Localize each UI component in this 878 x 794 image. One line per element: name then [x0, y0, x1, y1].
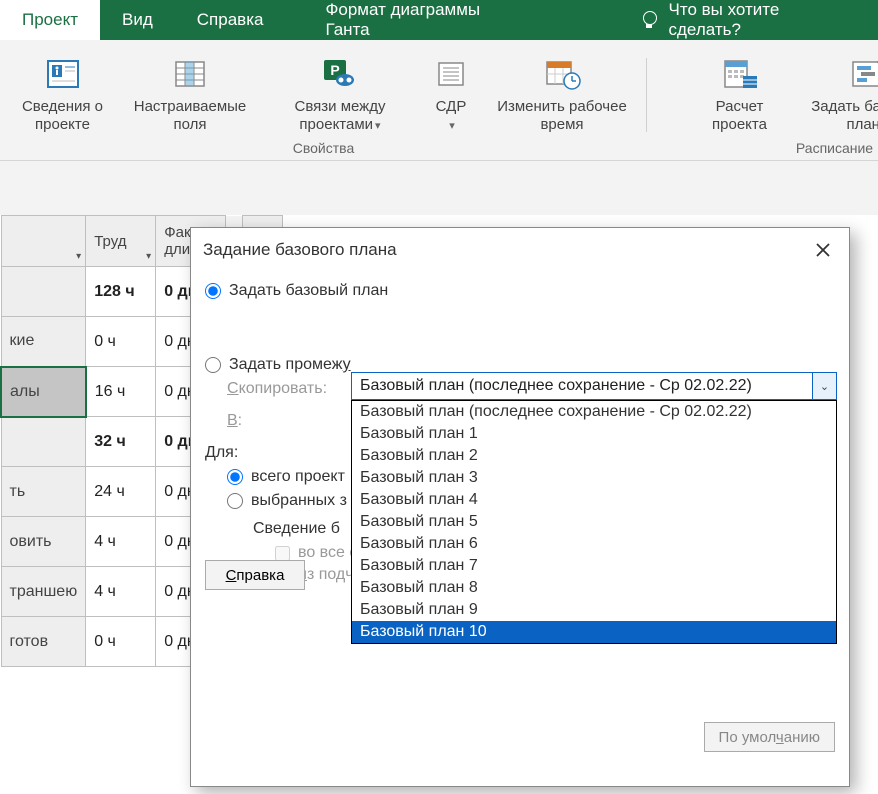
dialog-title: Задание базового плана — [203, 240, 397, 260]
baseline-option[interactable]: Базовый план 5 — [352, 511, 836, 533]
tab-help[interactable]: Справка — [175, 0, 286, 40]
chevron-down-icon[interactable]: ⌄ — [812, 373, 836, 399]
row-header: траншею — [1, 567, 86, 617]
row-header-selected: алы — [1, 367, 86, 417]
close-icon — [815, 242, 831, 258]
wbs-button[interactable]: СДР▾ — [415, 48, 487, 138]
change-working-time-button[interactable]: Изменить рабочее время — [487, 48, 637, 138]
ribbon-tabs: Проект Вид Справка Формат диаграммы Гант… — [0, 0, 878, 40]
row-header — [1, 267, 86, 317]
row-header — [1, 417, 86, 467]
row-header: ть — [1, 467, 86, 517]
baseline-option[interactable]: Базовый план 9 — [352, 599, 836, 621]
filter-dropdown-icon[interactable]: ▾ — [146, 251, 151, 262]
baseline-option[interactable]: Базовый план 3 — [352, 467, 836, 489]
baseline-combo-value: Базовый план (последнее сохранение - Ср … — [352, 377, 812, 395]
row-header: овить — [1, 517, 86, 567]
links-between-projects-button[interactable]: P Связи между проектами▾ — [265, 48, 415, 138]
tab-project[interactable]: Проект — [0, 0, 100, 40]
baseline-option[interactable]: Базовый план 8 — [352, 577, 836, 599]
baseline-option[interactable]: Базовый план 7 — [352, 555, 836, 577]
row-header: кие — [1, 317, 86, 367]
baseline-option[interactable]: Базовый план 2 — [352, 445, 836, 467]
baseline-option[interactable]: Базовый план 4 — [352, 489, 836, 511]
tell-me-search[interactable]: Что вы хотите сделать? — [619, 0, 878, 40]
close-button[interactable] — [809, 236, 837, 264]
custom-fields-button[interactable]: Настраиваемые поля — [115, 48, 265, 138]
baseline-option[interactable]: Базовый план 6 — [352, 533, 836, 555]
col-work[interactable]: Труд▾ — [86, 216, 156, 267]
ribbon-body: Сведения о проекте Настраиваемые поля P … — [0, 40, 878, 161]
custom-fields-icon — [117, 52, 263, 96]
chevron-down-icon: ▾ — [449, 120, 455, 133]
baseline-combo[interactable]: Базовый план (последнее сохранение - Ср … — [351, 372, 837, 400]
calculator-icon — [689, 52, 790, 96]
row-header-blank: ▾ — [1, 216, 86, 267]
tell-me-label: Что вы хотите сделать? — [669, 0, 856, 40]
radio-set-baseline[interactable]: Задать базовый план — [205, 282, 835, 300]
help-button[interactable]: Справка — [205, 560, 305, 590]
set-baseline-dialog: Задание базового плана Задать базовый пл… — [190, 227, 850, 787]
filter-dropdown-icon[interactable]: ▾ — [76, 251, 81, 262]
svg-text:P: P — [330, 62, 339, 78]
set-baseline-button[interactable]: Задать базовый план ▾ — [792, 48, 878, 138]
project-info-icon — [12, 52, 113, 96]
baseline-dropdown-list[interactable]: Базовый план (последнее сохранение - Ср … — [351, 400, 837, 644]
calendar-clock-icon — [489, 52, 635, 96]
baseline-option[interactable]: Базовый план 1 — [352, 423, 836, 445]
group-label-schedule: Расписание — [687, 140, 878, 160]
baseline-option[interactable]: Базовый план (последнее сохранение - Ср … — [352, 401, 836, 423]
wbs-icon — [417, 52, 485, 96]
set-as-default-button[interactable]: По умолчанию — [704, 722, 835, 752]
lightbulb-icon — [641, 11, 659, 29]
baseline-icon — [794, 52, 878, 96]
links-icon: P — [267, 52, 413, 96]
tab-gantt-format[interactable]: Формат диаграммы Ганта — [285, 0, 568, 40]
project-info-button[interactable]: Сведения о проекте — [10, 48, 115, 138]
chevron-down-icon: ▾ — [375, 120, 381, 133]
row-header: готов — [1, 617, 86, 667]
tab-view[interactable]: Вид — [100, 0, 175, 40]
group-label-properties: Свойства — [10, 140, 637, 160]
baseline-option-selected[interactable]: Базовый план 10 — [352, 621, 836, 643]
calculate-project-button[interactable]: Расчет проекта — [687, 48, 792, 138]
